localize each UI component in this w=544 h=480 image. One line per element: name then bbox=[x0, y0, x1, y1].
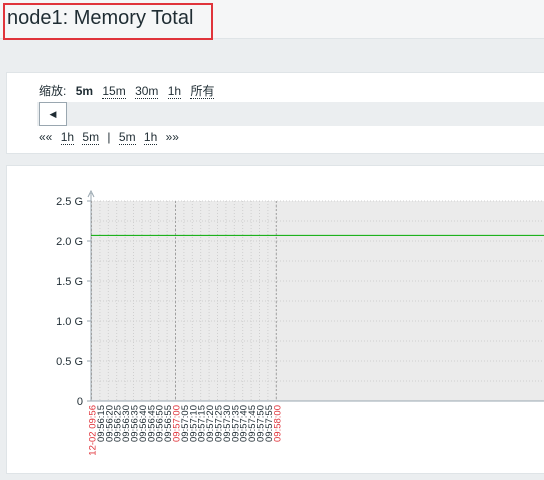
back-all-link[interactable]: «« bbox=[39, 130, 52, 144]
nav-separator: | bbox=[107, 130, 111, 144]
triangle-left-icon: ◀ bbox=[49, 108, 57, 119]
zoom-row: 缩放: 5m 15m 30m 1h 所有 bbox=[39, 82, 220, 99]
back-5m-link[interactable]: 5m bbox=[82, 130, 100, 145]
x-tick-label: 09:58:00 bbox=[272, 405, 283, 442]
zoom-all-link[interactable]: 所有 bbox=[190, 84, 215, 99]
zoom-1h-link[interactable]: 1h bbox=[167, 84, 182, 99]
period-nav-row: «« 1h 5m | 5m 1h »» bbox=[39, 130, 184, 145]
y-tick-label: 1.5 G bbox=[56, 276, 83, 288]
y-tick-label: 1.0 G bbox=[56, 316, 83, 328]
forward-5m-link[interactable]: 5m bbox=[118, 130, 136, 145]
forward-1h-link[interactable]: 1h bbox=[143, 130, 158, 145]
y-tick-label: 0.5 G bbox=[56, 356, 83, 368]
y-tick-label: 2.0 G bbox=[56, 236, 83, 248]
y-tick-label: 0 bbox=[77, 396, 83, 408]
graph-panel: 0 0.5 G 1.0 G 1.5 G 2.0 G 2.5 G 12-02 09:56 09:… bbox=[6, 165, 544, 474]
page-title: node1: Memory Total bbox=[7, 7, 194, 29]
page-header: node1: Memory Total bbox=[0, 0, 544, 40]
zoom-5m-link[interactable]: 5m bbox=[76, 84, 93, 98]
memory-total-chart: 00.5 G1.0 G1.5 G2.0 G2.5 G12-02 09:5609:… bbox=[56, 189, 544, 456]
zoom-30m-link[interactable]: 30m bbox=[135, 84, 159, 99]
time-scrollbar[interactable]: ◀ bbox=[37, 102, 544, 126]
time-control-panel: 缩放: 5m 15m 30m 1h 所有 ◀ «« 1h 5m | 5m 1h … bbox=[6, 72, 544, 154]
zoom-15m-link[interactable]: 15m bbox=[102, 84, 126, 99]
back-1h-link[interactable]: 1h bbox=[60, 130, 75, 145]
zoom-label: 缩放: bbox=[39, 84, 67, 98]
y-tick-label: 2.5 G bbox=[56, 196, 83, 208]
scroll-left-button[interactable]: ◀ bbox=[39, 102, 67, 126]
forward-all-link[interactable]: »» bbox=[166, 130, 179, 144]
